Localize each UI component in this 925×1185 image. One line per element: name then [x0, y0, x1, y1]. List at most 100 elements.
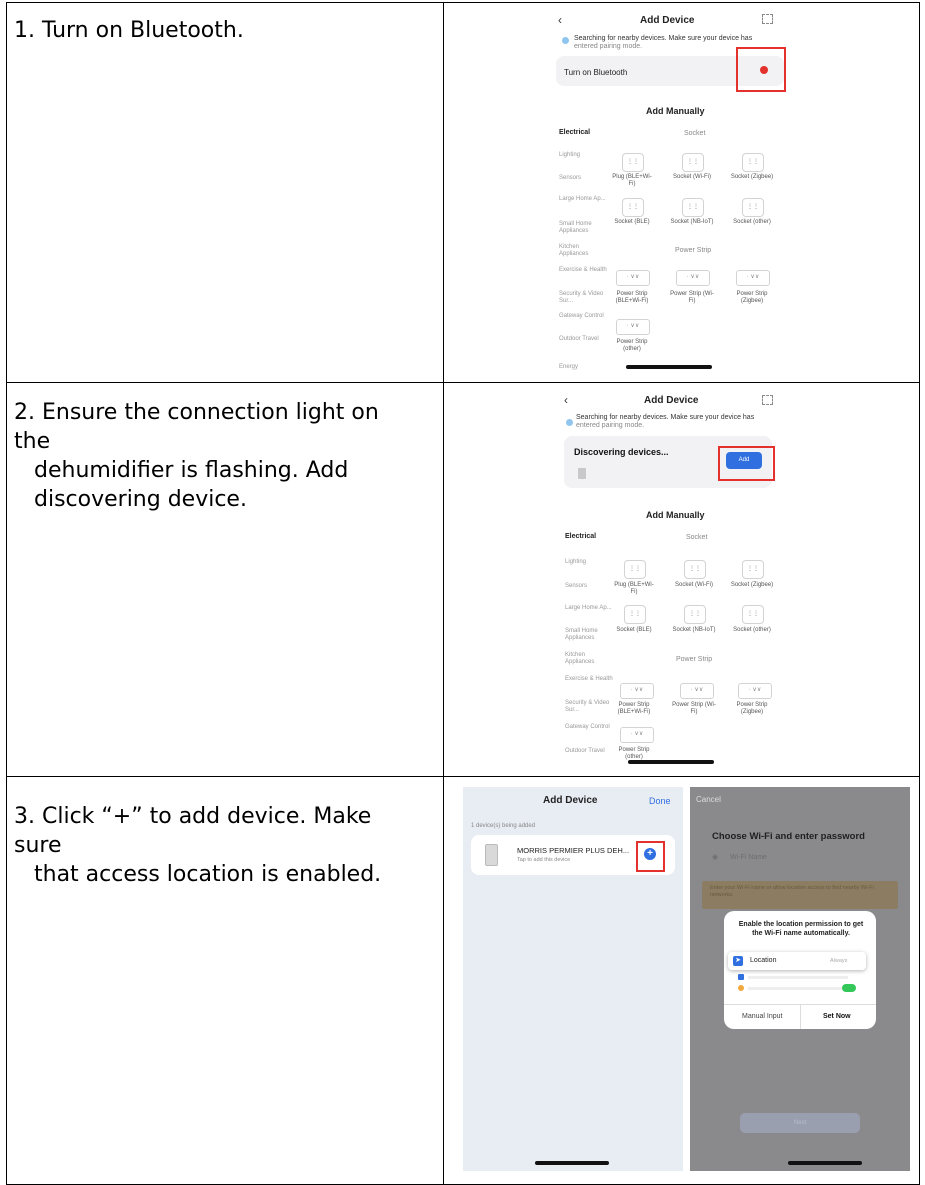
- device-label: Socket (NB-IoT): [672, 627, 716, 633]
- socket-icon[interactable]: ⋮⋮: [684, 560, 706, 579]
- step-3-text: 3. Click “+” to add device. Make sure th…: [14, 802, 414, 889]
- location-value: Always: [830, 958, 848, 964]
- category-item[interactable]: Lighting: [565, 559, 615, 566]
- chevron-left-icon[interactable]: ‹: [564, 393, 568, 407]
- step-1-text: 1. Turn on Bluetooth.: [14, 16, 414, 45]
- step-2-line-2: dehumidifier is flashing. Add: [34, 458, 349, 483]
- socket-icon[interactable]: ⋮⋮: [682, 153, 704, 172]
- device-label: Socket (Zigbee): [730, 582, 774, 588]
- category-item[interactable]: Sensors: [559, 175, 609, 182]
- socket-icon[interactable]: ⋮⋮: [742, 198, 764, 217]
- category-item[interactable]: Outdoor Travel: [565, 748, 615, 755]
- category-item[interactable]: Lighting: [559, 152, 609, 159]
- toggle-icon[interactable]: [842, 984, 856, 992]
- socket-icon[interactable]: ⋮⋮: [622, 153, 644, 172]
- category-item[interactable]: Energy: [559, 364, 609, 371]
- wifi-name-input[interactable]: Wi-Fi Name: [730, 854, 767, 861]
- search-message: Searching for nearby devices. Make sure …: [574, 35, 753, 42]
- scan-icon[interactable]: [762, 395, 773, 405]
- highlight-bluetooth: [736, 47, 786, 92]
- searching-icon: [562, 37, 569, 44]
- category-item[interactable]: Security & Video Sur...: [559, 291, 609, 305]
- category-item[interactable]: Gateway Control: [559, 313, 609, 320]
- power-strip-icon[interactable]: · ∨∨: [676, 270, 710, 286]
- device-label: Power Strip (Zigbee): [736, 702, 768, 715]
- socket-icon[interactable]: ⋮⋮: [682, 198, 704, 217]
- discovering-label: Discovering devices...: [574, 447, 669, 457]
- turn-on-bluetooth-label: Turn on Bluetooth: [564, 68, 628, 77]
- step-3-line-1: 3. Click “+” to add device. Make sure: [14, 804, 372, 858]
- category-item[interactable]: Small Home Appliances: [559, 221, 609, 235]
- screen-title: Add Device: [644, 395, 699, 406]
- home-indicator: [626, 365, 712, 369]
- category-item[interactable]: Sensors: [565, 583, 615, 590]
- category-item[interactable]: Small Home Appliances: [565, 628, 615, 642]
- device-label: Power Strip (Wi-Fi): [672, 702, 716, 715]
- highlight-plus-button: [636, 841, 665, 872]
- step-1-line: 1. Turn on Bluetooth.: [14, 18, 244, 43]
- category-item[interactable]: Outdoor Travel: [559, 336, 609, 343]
- power-strip-icon[interactable]: · ∨∨: [616, 319, 650, 335]
- socket-icon[interactable]: ⋮⋮: [684, 605, 706, 624]
- device-label: Power Strip (Zigbee): [736, 291, 768, 304]
- category-item[interactable]: Exercise & Health: [559, 267, 609, 274]
- screenshot-wifi-location-permission: Cancel Choose Wi-Fi and enter password ◉…: [690, 787, 910, 1171]
- device-label: Socket (BLE): [614, 219, 650, 225]
- device-label: Plug (BLE+Wi-Fi): [612, 174, 652, 187]
- socket-icon[interactable]: ⋮⋮: [742, 153, 764, 172]
- device-label: Socket (NB-IoT): [670, 219, 714, 225]
- device-label: Socket (Wi-Fi): [675, 582, 713, 588]
- socket-icon[interactable]: ⋮⋮: [742, 605, 764, 624]
- scan-icon[interactable]: [762, 14, 773, 24]
- power-strip-icon[interactable]: · ∨∨: [680, 683, 714, 699]
- category-item[interactable]: Kitchen Appliances: [565, 652, 615, 666]
- done-button[interactable]: Done: [649, 796, 671, 806]
- warning-text: Enter your Wi-Fi name or allow location …: [710, 885, 874, 898]
- category-electrical[interactable]: Electrical: [565, 533, 596, 540]
- setting-icon: [738, 974, 744, 980]
- set-now-button[interactable]: Set Now: [823, 1013, 851, 1020]
- search-message: Searching for nearby devices. Make sure …: [576, 414, 755, 421]
- category-item[interactable]: Security & Video Sur...: [565, 700, 615, 714]
- column-divider: [443, 3, 444, 1184]
- home-indicator: [535, 1161, 609, 1165]
- socket-icon[interactable]: ⋮⋮: [624, 605, 646, 624]
- socket-icon[interactable]: ⋮⋮: [622, 198, 644, 217]
- search-message-2: entered pairing mode.: [574, 43, 643, 50]
- category-electrical[interactable]: Electrical: [559, 129, 590, 136]
- screen-title: Add Device: [543, 795, 598, 806]
- socket-icon[interactable]: ⋮⋮: [742, 560, 764, 579]
- device-label: Power Strip (other): [618, 747, 650, 760]
- highlight-add-button: [718, 446, 775, 481]
- step-2-line-3: discovering device.: [34, 487, 247, 512]
- category-item[interactable]: Exercise & Health: [565, 676, 615, 683]
- next-button[interactable]: Next: [740, 1113, 860, 1133]
- device-label: Power Strip (Wi-Fi): [670, 291, 714, 304]
- device-label: Power Strip (other): [616, 339, 648, 352]
- location-arrow-icon: ➤: [733, 956, 743, 966]
- device-label: Power Strip (BLE+Wi-Fi): [615, 291, 649, 304]
- chevron-left-icon[interactable]: ‹: [558, 13, 562, 27]
- power-strip-icon[interactable]: · ∨∨: [616, 270, 650, 286]
- category-item[interactable]: Large Home Ap...: [559, 196, 609, 203]
- home-indicator: [628, 760, 714, 764]
- group-socket-label: Socket: [684, 130, 706, 137]
- category-item[interactable]: Kitchen Appliances: [559, 244, 609, 258]
- power-strip-icon[interactable]: · ∨∨: [736, 270, 770, 286]
- category-item[interactable]: Large Home Ap...: [565, 605, 615, 612]
- manual-input-button[interactable]: Manual Input: [742, 1013, 782, 1020]
- power-strip-icon[interactable]: · ∨∨: [738, 683, 772, 699]
- device-name: MORRIS PERMIER PLUS DEH...: [517, 846, 630, 855]
- wifi-title: Choose Wi-Fi and enter password: [712, 831, 865, 842]
- dialog-divider: [800, 1004, 801, 1029]
- power-strip-icon[interactable]: · ∨∨: [620, 683, 654, 699]
- device-label: Socket (other): [733, 627, 771, 633]
- cancel-button[interactable]: Cancel: [696, 795, 721, 804]
- category-item[interactable]: Gateway Control: [565, 724, 615, 731]
- dehumidifier-icon: [578, 468, 586, 479]
- device-label: Plug (BLE+Wi-Fi): [614, 582, 654, 595]
- socket-icon[interactable]: ⋮⋮: [624, 560, 646, 579]
- device-label: Socket (Zigbee): [730, 174, 774, 180]
- power-strip-icon[interactable]: · ∨∨: [620, 727, 654, 743]
- device-label: Socket (BLE): [616, 627, 652, 633]
